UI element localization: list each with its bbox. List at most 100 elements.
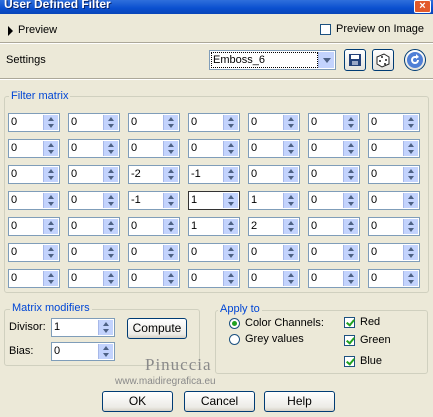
spin-arrows-icon[interactable] bbox=[343, 219, 358, 234]
matrix-cell-r4-c3[interactable]: -1 bbox=[128, 191, 180, 210]
spin-arrows-icon[interactable] bbox=[343, 193, 358, 208]
spin-arrows-icon[interactable] bbox=[163, 141, 178, 156]
matrix-cell-r4-c5[interactable]: 1 bbox=[248, 191, 300, 210]
matrix-cell-r4-c4[interactable]: 1 bbox=[188, 191, 240, 210]
spin-arrows-icon[interactable] bbox=[283, 271, 298, 286]
close-button[interactable]: × bbox=[414, 0, 431, 13]
green-checkbox[interactable] bbox=[344, 335, 355, 346]
matrix-cell-r3-c6[interactable]: 0 bbox=[308, 165, 360, 184]
spin-arrows-icon[interactable] bbox=[223, 115, 238, 130]
matrix-cell-r7-c3[interactable]: 0 bbox=[128, 269, 180, 288]
matrix-cell-r1-c1[interactable]: 0 bbox=[8, 113, 60, 132]
matrix-cell-r5-c4[interactable]: 1 bbox=[188, 217, 240, 236]
spin-arrows-icon[interactable] bbox=[163, 219, 178, 234]
spin-arrows-icon[interactable] bbox=[283, 167, 298, 182]
matrix-cell-r1-c2[interactable]: 0 bbox=[68, 113, 120, 132]
matrix-cell-r6-c7[interactable]: 0 bbox=[368, 243, 420, 262]
spin-arrows-icon[interactable] bbox=[163, 115, 178, 130]
spin-arrows-icon[interactable] bbox=[283, 245, 298, 260]
spin-arrows-icon[interactable] bbox=[343, 167, 358, 182]
matrix-cell-r6-c6[interactable]: 0 bbox=[308, 243, 360, 262]
reset-button[interactable] bbox=[404, 49, 426, 71]
blue-checkbox[interactable] bbox=[344, 356, 355, 367]
spin-arrows-icon[interactable] bbox=[103, 115, 118, 130]
spin-arrows-icon[interactable] bbox=[403, 115, 418, 130]
spin-arrows-icon[interactable] bbox=[43, 167, 58, 182]
matrix-cell-r5-c1[interactable]: 0 bbox=[8, 217, 60, 236]
spin-arrows-icon[interactable] bbox=[103, 219, 118, 234]
divisor-stepper[interactable]: 1 bbox=[51, 318, 115, 337]
ok-button[interactable]: OK bbox=[102, 391, 173, 412]
red-checkbox[interactable] bbox=[344, 317, 355, 328]
spin-arrows-icon[interactable] bbox=[403, 141, 418, 156]
matrix-cell-r3-c3[interactable]: -2 bbox=[128, 165, 180, 184]
matrix-cell-r5-c6[interactable]: 0 bbox=[308, 217, 360, 236]
bias-stepper[interactable]: 0 bbox=[51, 342, 115, 361]
spin-arrows-icon[interactable] bbox=[98, 320, 113, 335]
spin-arrows-icon[interactable] bbox=[43, 141, 58, 156]
cancel-button[interactable]: Cancel bbox=[184, 391, 255, 412]
spin-arrows-icon[interactable] bbox=[103, 271, 118, 286]
matrix-cell-r4-c7[interactable]: 0 bbox=[368, 191, 420, 210]
spin-arrows-icon[interactable] bbox=[43, 115, 58, 130]
spin-arrows-icon[interactable] bbox=[98, 344, 113, 359]
matrix-cell-r1-c5[interactable]: 0 bbox=[248, 113, 300, 132]
spin-arrows-icon[interactable] bbox=[223, 167, 238, 182]
spin-arrows-icon[interactable] bbox=[343, 141, 358, 156]
spin-arrows-icon[interactable] bbox=[343, 271, 358, 286]
spin-arrows-icon[interactable] bbox=[223, 141, 238, 156]
compute-button[interactable]: Compute bbox=[127, 318, 187, 339]
spin-arrows-icon[interactable] bbox=[343, 245, 358, 260]
spin-arrows-icon[interactable] bbox=[163, 245, 178, 260]
matrix-cell-r2-c3[interactable]: 0 bbox=[128, 139, 180, 158]
matrix-cell-r2-c6[interactable]: 0 bbox=[308, 139, 360, 158]
matrix-cell-r3-c7[interactable]: 0 bbox=[368, 165, 420, 184]
preview-on-image-checkbox[interactable] bbox=[320, 24, 331, 35]
spin-arrows-icon[interactable] bbox=[223, 245, 238, 260]
matrix-cell-r5-c7[interactable]: 0 bbox=[368, 217, 420, 236]
matrix-cell-r6-c1[interactable]: 0 bbox=[8, 243, 60, 262]
matrix-cell-r7-c2[interactable]: 0 bbox=[68, 269, 120, 288]
matrix-cell-r1-c6[interactable]: 0 bbox=[308, 113, 360, 132]
matrix-cell-r1-c3[interactable]: 0 bbox=[128, 113, 180, 132]
spin-arrows-icon[interactable] bbox=[403, 245, 418, 260]
spin-arrows-icon[interactable] bbox=[103, 245, 118, 260]
matrix-cell-r2-c2[interactable]: 0 bbox=[68, 139, 120, 158]
spin-arrows-icon[interactable] bbox=[403, 219, 418, 234]
spin-arrows-icon[interactable] bbox=[343, 115, 358, 130]
matrix-cell-r3-c5[interactable]: 0 bbox=[248, 165, 300, 184]
chevron-down-icon[interactable] bbox=[318, 52, 334, 68]
matrix-cell-r1-c4[interactable]: 0 bbox=[188, 113, 240, 132]
spin-arrows-icon[interactable] bbox=[103, 167, 118, 182]
matrix-cell-r4-c1[interactable]: 0 bbox=[8, 191, 60, 210]
matrix-cell-r7-c4[interactable]: 0 bbox=[188, 269, 240, 288]
settings-preset-dropdown[interactable]: Emboss_6 bbox=[209, 50, 336, 70]
matrix-cell-r4-c2[interactable]: 0 bbox=[68, 191, 120, 210]
spin-arrows-icon[interactable] bbox=[283, 141, 298, 156]
matrix-cell-r5-c2[interactable]: 0 bbox=[68, 217, 120, 236]
grey-values-radio[interactable] bbox=[229, 334, 240, 345]
matrix-cell-r7-c1[interactable]: 0 bbox=[8, 269, 60, 288]
matrix-cell-r7-c5[interactable]: 0 bbox=[248, 269, 300, 288]
spin-arrows-icon[interactable] bbox=[403, 193, 418, 208]
spin-arrows-icon[interactable] bbox=[403, 271, 418, 286]
spin-arrows-icon[interactable] bbox=[103, 193, 118, 208]
spin-arrows-icon[interactable] bbox=[283, 193, 298, 208]
spin-arrows-icon[interactable] bbox=[163, 167, 178, 182]
spin-arrows-icon[interactable] bbox=[43, 193, 58, 208]
spin-arrows-icon[interactable] bbox=[283, 115, 298, 130]
randomize-button[interactable] bbox=[372, 49, 394, 71]
spin-arrows-icon[interactable] bbox=[43, 245, 58, 260]
spin-arrows-icon[interactable] bbox=[163, 271, 178, 286]
matrix-cell-r4-c6[interactable]: 0 bbox=[308, 191, 360, 210]
spin-arrows-icon[interactable] bbox=[223, 193, 238, 208]
spin-arrows-icon[interactable] bbox=[163, 193, 178, 208]
spin-arrows-icon[interactable] bbox=[43, 271, 58, 286]
save-preset-button[interactable] bbox=[344, 49, 366, 71]
color-channels-radio[interactable] bbox=[229, 318, 240, 329]
matrix-cell-r6-c4[interactable]: 0 bbox=[188, 243, 240, 262]
spin-arrows-icon[interactable] bbox=[223, 271, 238, 286]
matrix-cell-r3-c2[interactable]: 0 bbox=[68, 165, 120, 184]
matrix-cell-r7-c7[interactable]: 0 bbox=[368, 269, 420, 288]
matrix-cell-r2-c5[interactable]: 0 bbox=[248, 139, 300, 158]
